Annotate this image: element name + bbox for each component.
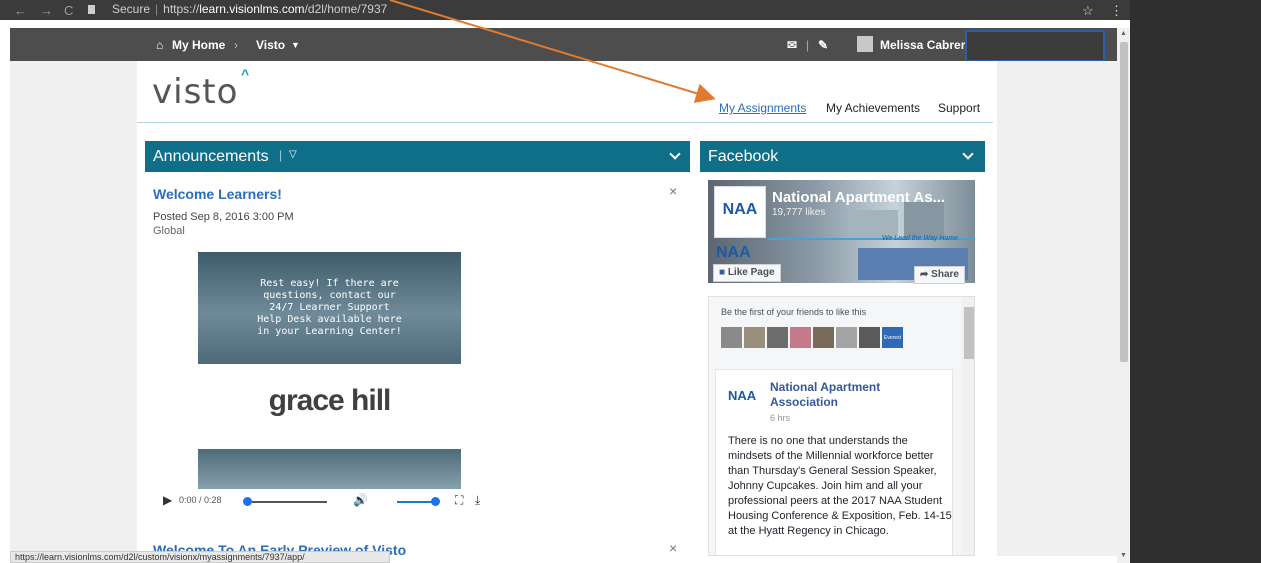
logo-mark: ^ (241, 66, 250, 82)
my-assignments-link[interactable]: My Assignments (719, 101, 806, 115)
header-divider (137, 122, 993, 123)
naa-logo: NAA (716, 244, 751, 261)
url-path: /d2l/home/7937 (304, 2, 388, 16)
chevron-down-icon[interactable]: ▼ (291, 40, 300, 50)
post-author-avatar[interactable]: NAA (728, 388, 756, 403)
divider: | (279, 148, 283, 162)
grace-hill-logo: grace hill (268, 384, 392, 417)
scroll-up-icon[interactable]: ▲ (1120, 30, 1127, 37)
scrollbar-thumb[interactable] (1120, 42, 1128, 362)
url-prefix: https:// (163, 2, 200, 16)
avatar[interactable] (857, 36, 873, 52)
facebook-header: Facebook (700, 141, 985, 172)
volume-icon[interactable]: 🔊 (353, 493, 368, 507)
seek-track[interactable] (252, 501, 327, 503)
fullscreen-icon[interactable]: ⛶ (455, 493, 463, 508)
lms-navbar: ⌂ My Home › Visto ▼ ✉ | ✎ Melissa Cabrer… (10, 28, 1117, 62)
friends-like-text: Be the first of your friends to like thi… (721, 307, 867, 317)
url-host: learn.visionlms.com (199, 2, 305, 16)
lock-icon (88, 5, 95, 14)
browser-menu-icon[interactable]: ⋮ (1110, 3, 1123, 19)
volume-handle[interactable] (431, 497, 440, 506)
forward-icon[interactable]: → (40, 3, 53, 18)
post-timestamp[interactable]: 6 hrs (770, 413, 790, 423)
subscription-alerts-icon[interactable]: ✎ (818, 38, 828, 52)
download-icon[interactable]: ⤓ (475, 493, 480, 508)
my-achievements-link[interactable]: My Achievements (826, 101, 920, 115)
bookmark-star-icon[interactable]: ☆ (1082, 3, 1094, 19)
announcements-header: Announcements | ▽ (145, 141, 690, 172)
media-player-controls: ▶ 0:00 / 0:28 🔊 ⛶ ⤓ (155, 490, 505, 512)
facebook-feed[interactable]: Be the first of your friends to like thi… (708, 296, 975, 556)
reload-icon[interactable]: C (64, 3, 73, 18)
secure-label: Secure (112, 2, 151, 16)
back-icon[interactable]: ← (14, 3, 27, 18)
facebook-like-count: 19,777 likes (772, 207, 826, 218)
friend-avatar[interactable] (721, 327, 742, 348)
facebook-cover-image[interactable]: NAA National Apartment As... 19,777 like… (708, 180, 975, 284)
breadcrumb-separator: › (234, 38, 238, 52)
posted-date: Posted Sep 8, 2016 3:00 PM (153, 211, 294, 223)
feed-scrollbar[interactable] (961, 297, 974, 555)
divider: | (806, 38, 810, 52)
dismiss-icon[interactable]: × (669, 540, 677, 556)
share-label: Share (931, 269, 959, 280)
facebook-icon: ■ (719, 267, 726, 278)
redaction-box (965, 30, 1105, 62)
seek-handle[interactable] (243, 497, 252, 506)
friend-avatar[interactable] (744, 327, 765, 348)
share-icon: ➦ (920, 269, 929, 280)
friend-avatar[interactable]: Everest (882, 327, 903, 348)
friend-avatar[interactable] (859, 327, 880, 348)
video-frame[interactable] (198, 449, 461, 489)
facebook-post: NAA National Apartment Association 6 hrs… (715, 369, 953, 555)
announcement-scope: Global (153, 225, 185, 237)
post-text: There is no one that understands the min… (728, 435, 952, 537)
visto-logo[interactable]: visto (152, 72, 238, 112)
dismiss-icon[interactable]: × (669, 183, 677, 199)
like-page-button[interactable]: ■ Like Page (713, 264, 781, 282)
user-name[interactable]: Melissa Cabrera (880, 38, 972, 52)
facebook-page-name[interactable]: National Apartment As... (772, 189, 945, 206)
announcements-title: Announcements (153, 148, 269, 165)
support-banner-image: Rest easy! If there are questions, conta… (198, 252, 461, 364)
feed-scrollbar-thumb[interactable] (964, 307, 974, 359)
my-home-link[interactable]: My Home (172, 38, 225, 52)
collapse-chevron-icon[interactable] (669, 148, 681, 160)
support-link[interactable]: Support (938, 101, 980, 115)
announcements-menu-icon[interactable]: ▽ (289, 149, 297, 160)
scroll-down-icon[interactable]: ▼ (1120, 552, 1127, 559)
play-icon[interactable]: ▶ (163, 493, 172, 507)
friend-avatar[interactable] (790, 327, 811, 348)
browser-toolbar: ← → C Secure | https://learn.visionlms.com… (0, 0, 1130, 20)
friend-avatar[interactable] (813, 327, 834, 348)
banner-text: Rest easy! If there are questions, conta… (257, 278, 402, 337)
announcement-title[interactable]: Welcome Learners! (153, 186, 282, 202)
share-button[interactable]: ➦ Share (914, 266, 965, 284)
address-bar[interactable]: Secure | https://learn.visionlms.com/d2l/h… (112, 2, 512, 16)
background-panel (1130, 0, 1261, 563)
cover-tagline: We Lead the Way Home (882, 235, 959, 242)
course-selector[interactable]: Visto (256, 38, 285, 52)
friend-avatar[interactable] (836, 327, 857, 348)
volume-slider[interactable] (397, 501, 433, 503)
home-icon[interactable]: ⌂ (156, 38, 163, 52)
collapse-chevron-icon[interactable] (962, 148, 974, 160)
browser-status-bar: https://learn.visionlms.com/d2l/custom/v… (10, 551, 390, 563)
page-scrollbar[interactable]: ▲ ▼ (1117, 28, 1130, 563)
post-author[interactable]: National Apartment Association (770, 380, 920, 410)
facebook-title: Facebook (708, 148, 779, 165)
like-page-label: Like Page (727, 267, 775, 278)
message-alerts-icon[interactable]: ✉ (787, 38, 797, 52)
naa-logo[interactable]: NAA (714, 186, 766, 238)
player-time: 0:00 / 0:28 (179, 495, 222, 505)
friend-avatar[interactable] (767, 327, 788, 348)
